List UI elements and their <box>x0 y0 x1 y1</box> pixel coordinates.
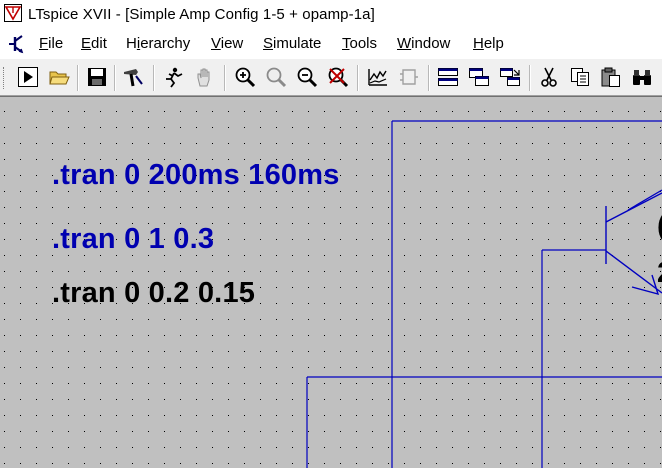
control-panel-icon <box>124 69 143 87</box>
paste-icon <box>601 67 620 87</box>
zoom-cancel-icon <box>328 67 349 88</box>
create-symbol-icon <box>400 69 418 85</box>
copy-button[interactable] <box>567 64 593 90</box>
toolbar-separator <box>77 65 79 91</box>
menu-bar: File Edit Hierarchy View Simulate Tools … <box>0 30 662 58</box>
menu-help[interactable]: Help <box>473 35 504 52</box>
pan-button[interactable] <box>192 64 218 90</box>
toolbar-separator <box>114 65 116 91</box>
toolbar-separator <box>428 65 430 91</box>
schematic-canvas[interactable]: .tran 0 200ms 160ms .tran 0 1 0.3 .tran … <box>0 96 662 468</box>
wire <box>627 189 662 211</box>
menu-edit[interactable]: Edit <box>81 35 107 52</box>
save-button[interactable] <box>84 64 110 90</box>
component-label-partial[interactable]: ( <box>657 210 662 243</box>
schematic-component-icon[interactable] <box>6 33 28 55</box>
paste-button[interactable] <box>598 64 624 90</box>
zoom-full-icon <box>266 67 287 88</box>
toolbar-separator <box>153 65 155 91</box>
toolbar-separator <box>357 65 359 91</box>
tile-horizontal-icon <box>438 68 458 86</box>
zoom-cancel-button[interactable] <box>325 64 351 90</box>
find-icon <box>633 70 651 85</box>
find-button[interactable] <box>629 64 655 90</box>
window-title: LTspice XVII - [Simple Amp Config 1-5 + … <box>28 6 375 23</box>
menu-window[interactable]: Window <box>397 35 450 52</box>
component-value-partial[interactable]: 2 <box>657 257 662 290</box>
transistor-symbol <box>605 192 662 296</box>
menu-hierarchy[interactable]: Hierarchy <box>126 35 190 52</box>
spice-directive-1[interactable]: .tran 0 200ms 160ms <box>52 159 340 192</box>
zoom-in-button[interactable] <box>232 64 258 90</box>
menu-simulate[interactable]: Simulate <box>263 35 321 52</box>
spice-comment[interactable]: .tran 0 0.2 0.15 <box>52 277 255 310</box>
spice-directive-2[interactable]: .tran 0 1 0.3 <box>52 223 214 256</box>
menu-view[interactable]: View <box>211 35 243 52</box>
halt-button[interactable] <box>160 64 186 90</box>
transistor-emitter <box>605 250 662 294</box>
zoom-out-icon <box>297 67 318 88</box>
toolbar-grip[interactable] <box>3 67 7 89</box>
save-icon <box>88 68 106 86</box>
zoom-full-button[interactable] <box>263 64 289 90</box>
plot-settings-icon <box>368 69 387 86</box>
transistor-emitter-arrow <box>631 274 660 296</box>
menu-file[interactable]: File <box>39 35 63 52</box>
toolbar <box>0 58 662 96</box>
open-icon <box>49 71 70 85</box>
tile-horizontal-button[interactable] <box>435 64 461 90</box>
halt-icon <box>166 67 183 88</box>
zoom-in-icon <box>235 67 256 88</box>
open-button[interactable] <box>46 64 72 90</box>
ltspice-logo-icon[interactable] <box>4 4 22 22</box>
cascade-button[interactable] <box>466 64 492 90</box>
tile-vertical-button[interactable] <box>497 64 523 90</box>
wire-group <box>306 120 662 468</box>
menu-tools[interactable]: Tools <box>342 35 377 52</box>
copy-icon <box>571 68 589 86</box>
transistor-collector <box>605 192 662 223</box>
pan-icon <box>197 68 210 87</box>
run-icon <box>18 67 38 87</box>
cut-button[interactable] <box>536 64 562 90</box>
title-bar: LTspice XVII - [Simple Amp Config 1-5 + … <box>0 0 662 30</box>
tile-vertical-icon <box>500 68 520 86</box>
cut-icon <box>541 67 557 87</box>
plot-settings-button[interactable] <box>365 64 391 90</box>
run-button[interactable] <box>15 64 41 90</box>
toolbar-separator <box>224 65 226 91</box>
control-panel-button[interactable] <box>120 64 146 90</box>
create-symbol-button[interactable] <box>396 64 422 90</box>
toolbar-separator <box>529 65 531 91</box>
zoom-out-button[interactable] <box>294 64 320 90</box>
cascade-icon <box>469 68 489 86</box>
